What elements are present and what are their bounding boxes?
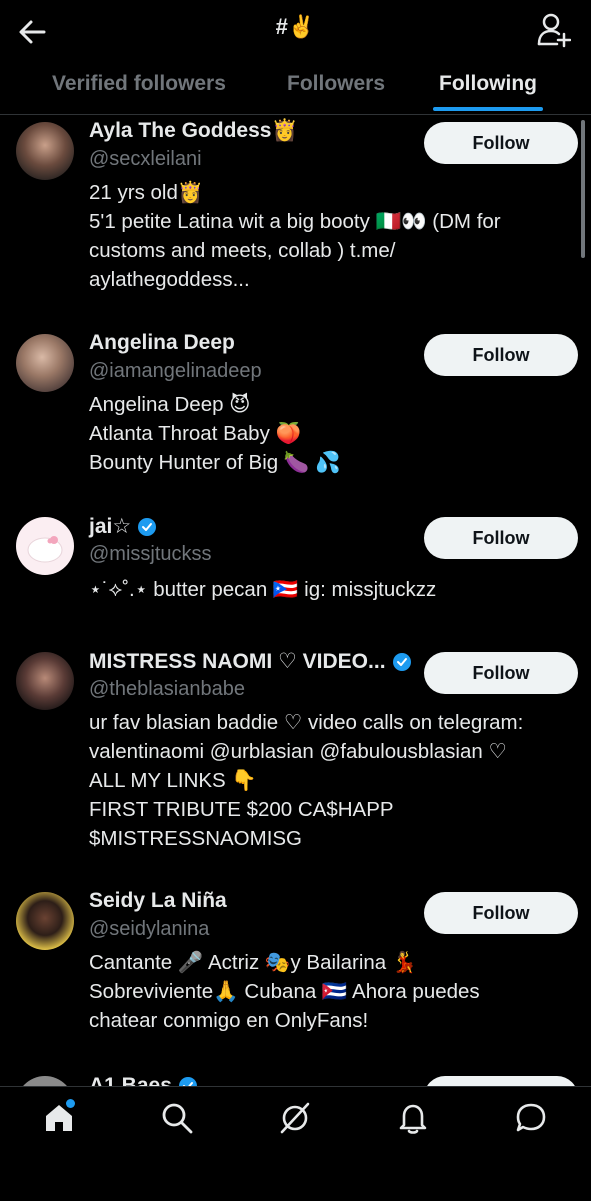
bio-line: aylathegoddess... <box>89 268 250 291</box>
user-display-name[interactable]: MISTRESS NAOMI ♡ VIDEO... <box>89 649 386 674</box>
user-row[interactable]: Angelina Deep @iamangelinadeep Follow An… <box>0 326 591 506</box>
bio-line: 5'1 petite Latina wit a big booty 🇮🇹👀 (D… <box>89 210 501 233</box>
scrollbar[interactable] <box>581 120 585 258</box>
user-handle[interactable]: @theblasianbabe <box>89 678 245 701</box>
notification-dot <box>66 1099 75 1108</box>
follow-button[interactable]: Follow <box>424 517 578 559</box>
bottom-navigation <box>0 1086 591 1201</box>
bio-line: 21 yrs old👸 <box>89 181 204 204</box>
avatar[interactable] <box>16 122 74 180</box>
bio-line: valentinaomi @urblasian @fabulousblasian… <box>89 740 507 763</box>
bio-line: $MISTRESSNAOMISG <box>89 827 303 850</box>
user-row[interactable]: MISTRESS NAOMI ♡ VIDEO... @theblasianbab… <box>0 644 591 874</box>
tab-verified-followers[interactable]: Verified followers <box>52 72 226 96</box>
avatar[interactable] <box>16 1076 74 1086</box>
follow-button[interactable]: Follow <box>424 892 578 934</box>
bio-line: FIRST TRIBUTE $200 CA$HAPP <box>89 798 394 821</box>
user-handle[interactable]: @missjtuckss <box>89 543 212 566</box>
tab-bar: Verified followers Followers Following <box>0 62 591 115</box>
follow-button[interactable]: Follow <box>424 652 578 694</box>
user-display-name[interactable]: jai☆ <box>89 514 131 539</box>
grok-icon[interactable] <box>278 1101 312 1135</box>
bio-line: Bounty Hunter of Big 🍆 💦 <box>89 451 341 474</box>
bio-line: customs and meets, collab ) t.me/ <box>89 239 396 262</box>
active-tab-indicator <box>433 107 543 111</box>
bio-line: ALL MY LINKS 👇 <box>89 769 257 792</box>
user-bio: ⋆˙⟡˚.⋆ butter pecan 🇵🇷 ig: missjtuckzz <box>89 575 549 604</box>
bio-line: ⋆˙⟡˚.⋆ butter pecan 🇵🇷 ig: missjtuckzz <box>89 578 437 601</box>
top-bar: #✌️ <box>0 0 591 62</box>
user-bio: Cantante 🎤 Actriz 🎭y Bailarina 💃 Sobrevi… <box>89 948 549 1035</box>
user-bio: ur fav blasian baddie ♡ video calls on t… <box>89 708 549 853</box>
follow-button[interactable]: Follow <box>424 1076 578 1086</box>
notifications-bell-icon[interactable] <box>396 1101 430 1135</box>
avatar[interactable] <box>16 334 74 392</box>
bio-line: Cantante 🎤 Actriz 🎭y Bailarina 💃 <box>89 951 418 974</box>
verified-badge-icon <box>178 1077 197 1086</box>
bio-line: Atlanta Throat Baby 🍑 <box>89 422 302 445</box>
avatar[interactable] <box>16 517 74 575</box>
user-row[interactable]: Ayla The Goddess👸 @secxleilani Follow 21… <box>0 114 591 319</box>
bio-line: Angelina Deep 😈 <box>89 393 251 416</box>
user-row[interactable]: jai☆ @missjtuckss Follow ⋆˙⟡˚.⋆ butter p… <box>0 509 591 639</box>
user-handle[interactable]: @seidylanina <box>89 918 209 941</box>
user-handle[interactable]: @secxleilani <box>89 148 202 171</box>
user-bio: 21 yrs old👸 5'1 petite Latina wit a big … <box>89 178 549 294</box>
bio-line: chatear conmigo en OnlyFans! <box>89 1009 369 1032</box>
user-display-name[interactable]: Angelina Deep <box>89 331 235 355</box>
user-display-name[interactable]: Ayla The Goddess👸 <box>89 119 298 143</box>
follow-button[interactable]: Follow <box>424 122 578 164</box>
verified-badge-icon <box>392 652 411 671</box>
search-icon[interactable] <box>160 1101 194 1135</box>
avatar[interactable] <box>16 892 74 950</box>
tab-following[interactable]: Following <box>439 72 537 96</box>
bio-line: ur fav blasian baddie ♡ video calls on t… <box>89 711 524 734</box>
follow-button[interactable]: Follow <box>424 334 578 376</box>
bio-line: Sobreviviente🙏 Cubana 🇨🇺 Ahora puedes <box>89 980 480 1003</box>
user-handle[interactable]: @iamangelinadeep <box>89 360 262 383</box>
user-display-name[interactable]: Seidy La Niña <box>89 889 227 913</box>
tab-followers[interactable]: Followers <box>287 72 385 96</box>
add-user-icon[interactable] <box>537 12 571 48</box>
verified-badge-icon <box>138 517 157 536</box>
hello-kitty-avatar-icon <box>27 536 63 563</box>
user-bio: Angelina Deep 😈 Atlanta Throat Baby 🍑 Bo… <box>89 390 549 477</box>
following-list: Ayla The Goddess👸 @secxleilani Follow 21… <box>0 114 591 1086</box>
user-row[interactable]: A1 Baes Follow <box>0 1072 591 1086</box>
page-title: #✌️ <box>275 14 316 39</box>
avatar[interactable] <box>16 652 74 710</box>
messages-icon[interactable] <box>514 1101 548 1135</box>
user-row[interactable]: Seidy La Niña @seidylanina Follow Cantan… <box>0 884 591 1069</box>
user-display-name[interactable]: A1 Baes <box>89 1074 172 1086</box>
